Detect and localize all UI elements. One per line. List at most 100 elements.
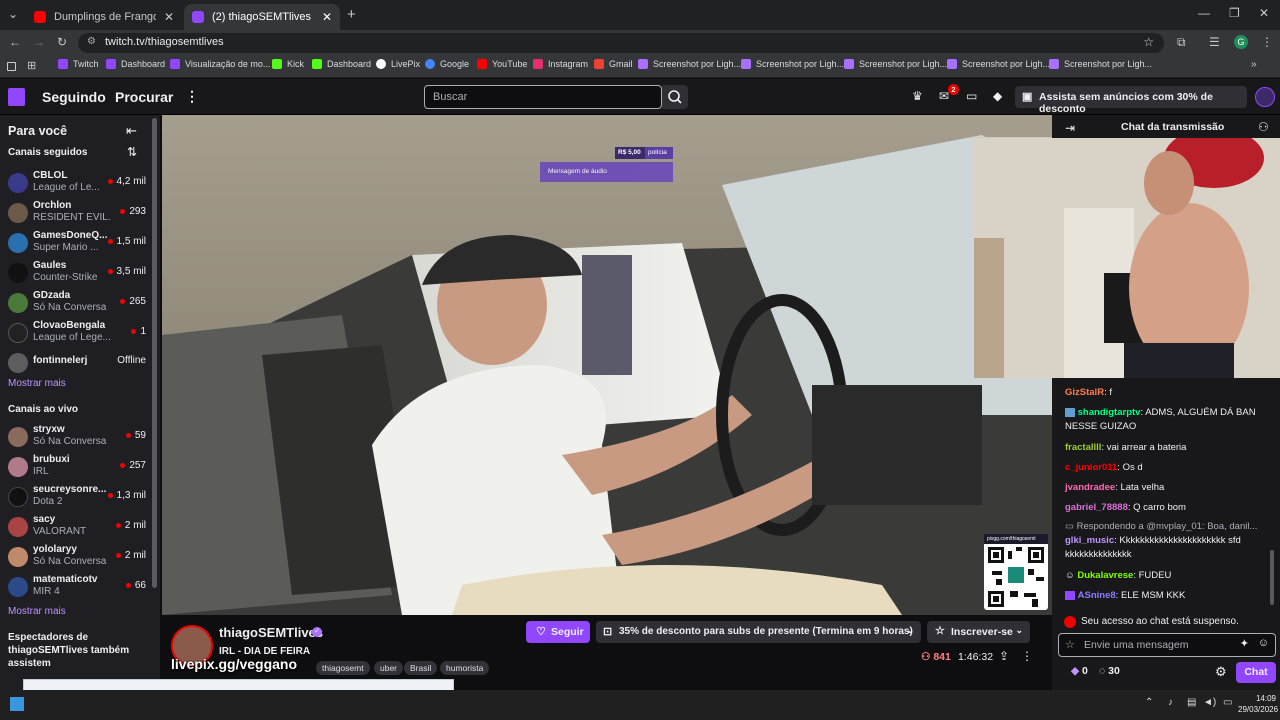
windows-start-icon[interactable] [10, 697, 24, 711]
subscribe-button[interactable]: ☆ Inscrever-se ⌄ [927, 621, 1030, 643]
bookmark-item[interactable]: Google [425, 59, 469, 69]
show-more-followed-link[interactable]: Mostrar mais [8, 378, 66, 389]
browser-tab-1[interactable]: Dumplings de Frango com BBQ ✕ [26, 4, 182, 30]
system-clock[interactable]: 14:09 29/03/2026 [1238, 693, 1278, 715]
followed-channel[interactable]: CBLOL League of Le... 4,2 mil [8, 170, 148, 198]
reading-list-icon[interactable]: ☰ [1209, 35, 1220, 49]
sort-icon[interactable]: ⇅ [127, 145, 137, 159]
tag-pill[interactable]: Brasil [404, 661, 438, 675]
bookmark-item[interactable]: Twitch [58, 59, 99, 69]
close-tab-icon[interactable]: ✕ [322, 10, 332, 24]
gift-subs-promo-button[interactable]: ⊡ 35% de desconto para subs de presente … [596, 621, 921, 643]
chat-message-input[interactable]: ☆ Envie uma mensagem ✦ ☺ [1058, 633, 1276, 657]
forward-icon[interactable]: → [33, 35, 45, 49]
chat-star-icon[interactable]: ☆ [1065, 638, 1075, 651]
live-channel[interactable]: sacy VALORANT 2 mil [8, 514, 148, 542]
bookmark-item[interactable]: Screenshot por Ligh... [1049, 59, 1152, 69]
chevron-down-icon: ⌄ [1015, 625, 1023, 635]
restore-button[interactable]: ❐ [1229, 6, 1240, 20]
magic-icon[interactable]: ✦ [1240, 637, 1249, 650]
grid-icon[interactable]: ⊞ [27, 59, 36, 72]
live-channel[interactable]: matematicotv MIR 4 66 [8, 574, 148, 602]
more-options-icon[interactable]: ⋮ [1021, 649, 1033, 663]
volume-icon[interactable]: ◄) [1203, 697, 1216, 708]
network-icon[interactable]: ▤ [1187, 697, 1196, 708]
tray-chevron-icon[interactable]: ⌃ [1145, 697, 1153, 708]
nav-browse[interactable]: Procurar [115, 89, 173, 105]
tag-pill[interactable]: humorista [440, 661, 490, 675]
followed-channel[interactable]: Orchlon RESIDENT EVIL... 293 [8, 200, 148, 228]
community-icon[interactable]: ⚇ [1258, 120, 1269, 134]
bookmark-item[interactable]: Gmail [594, 59, 633, 69]
bookmark-item[interactable]: Kick [272, 59, 304, 69]
live-channel[interactable]: stryxw Só Na Conversa 59 [8, 424, 148, 452]
followed-channel[interactable]: GDzada Só Na Conversa 265 [8, 290, 148, 318]
tag-pill[interactable]: thiagosemt [316, 661, 370, 675]
site-info-icon[interactable]: ⚙ [87, 36, 96, 47]
chat-settings-icon[interactable]: ⚙ [1215, 664, 1227, 680]
follow-button[interactable]: ♡ Seguir [526, 621, 590, 643]
chat-input-placeholder: Envie uma mensagem [1084, 639, 1189, 651]
bits-balance[interactable]: ◆ 0 [1071, 665, 1088, 677]
nav-following[interactable]: Seguindo [42, 89, 106, 105]
close-tab-icon[interactable]: ✕ [164, 10, 174, 24]
bookmark-star-icon[interactable]: ☆ [1143, 35, 1154, 49]
bookmark-item[interactable]: Instagram [533, 59, 588, 69]
live-channel[interactable]: brubuxi IRL 257 [8, 454, 148, 482]
bookmark-item[interactable]: Visualização de mo... [170, 59, 270, 69]
tag-pill[interactable]: uber [374, 661, 404, 675]
share-icon[interactable]: ⇪ [999, 649, 1009, 663]
bookmark-item[interactable]: Screenshot por Ligh... [947, 59, 1050, 69]
bookmark-item[interactable]: LivePix [376, 59, 420, 69]
collapse-chat-icon[interactable]: ⇥ [1065, 121, 1075, 135]
new-tab-button[interactable]: + [347, 6, 356, 23]
show-more-live-link[interactable]: Mostrar mais [8, 606, 66, 617]
nav-more-icon[interactable]: ⋮ [185, 88, 199, 105]
followed-channel[interactable]: fontinnelerj Offline [8, 350, 148, 378]
bookmark-item[interactable]: YouTube [477, 59, 527, 69]
bookmark-item[interactable]: Screenshot por Ligh... [844, 59, 947, 69]
channel-points[interactable]: ◌ 30 [1099, 665, 1120, 677]
livepix-overlay-link: livepix.gg/veggano [171, 656, 298, 672]
close-window-button[interactable]: ✕ [1259, 6, 1269, 20]
battery-icon[interactable]: ▭ [1223, 697, 1232, 708]
followed-channel[interactable]: Gaules Counter-Strike 3,5 mil [8, 260, 148, 288]
chat-scrollbar[interactable] [1270, 550, 1274, 605]
prime-crown-icon[interactable]: ♛ [912, 89, 923, 103]
chrome-menu-icon[interactable]: ⋮ [1261, 35, 1273, 49]
more-bookmarks-icon[interactable]: » [1251, 59, 1257, 70]
user-avatar[interactable] [1255, 87, 1275, 107]
followed-channel[interactable]: GamesDoneQ... Super Mario ... 1,5 mil [8, 230, 148, 258]
extensions-icon[interactable]: ⧉ [1177, 35, 1186, 50]
profile-avatar[interactable]: G [1234, 35, 1248, 49]
url-input[interactable]: ⚙ twitch.tv/thiagosemtlives ☆ [78, 33, 1164, 53]
bookmark-item[interactable]: Screenshot por Ligh... [741, 59, 844, 69]
apps-icon[interactable] [7, 62, 16, 71]
minimize-button[interactable]: — [1198, 6, 1210, 20]
bookmark-item[interactable]: Dashboard [312, 59, 371, 69]
whispers-icon[interactable]: ▭ [966, 89, 977, 103]
microphone-icon[interactable]: ♪ [1168, 697, 1173, 708]
search-input[interactable]: Buscar [424, 85, 662, 109]
bookmark-item[interactable]: Dashboard [106, 59, 165, 69]
back-icon[interactable]: ← [9, 35, 21, 49]
bookmark-item[interactable]: Screenshot por Ligh... [638, 59, 741, 69]
chat-suspended-notice: Seu acesso ao chat está suspenso. [1058, 612, 1278, 632]
video-player[interactable]: R$ 5,00 polícia Mensagem de áudio pixgg.… [162, 115, 1052, 615]
bits-icon[interactable]: ◆ [993, 89, 1002, 103]
tab-search-icon[interactable]: ⌄ [8, 7, 18, 21]
emote-icon[interactable]: ☺ [1258, 637, 1269, 649]
browser-tab-2[interactable]: (2) thiagoSEMTlives - Twitch ✕ [184, 4, 340, 30]
live-channel[interactable]: yololaryy Só Na Conversa 2 mil [8, 544, 148, 572]
channel-name[interactable]: thiagoSEMTlives [219, 625, 323, 640]
chat-send-button[interactable]: Chat [1236, 662, 1276, 683]
live-channel[interactable]: seucreysonre... Dota 2 1,3 mil [8, 484, 148, 512]
collapse-sidebar-icon[interactable]: ⇤ [126, 123, 137, 139]
twitch-favicon-icon [192, 11, 204, 23]
sidebar-scrollbar[interactable] [152, 118, 157, 588]
twitch-logo-icon[interactable] [8, 88, 25, 106]
search-button[interactable] [662, 85, 688, 109]
reload-icon[interactable]: ↻ [57, 35, 67, 49]
ad-free-promo-button[interactable]: ▣ Assista sem anúncios com 30% de descon… [1015, 86, 1247, 115]
followed-channel[interactable]: ClovaoBengala League of Lege... 1 [8, 320, 148, 348]
